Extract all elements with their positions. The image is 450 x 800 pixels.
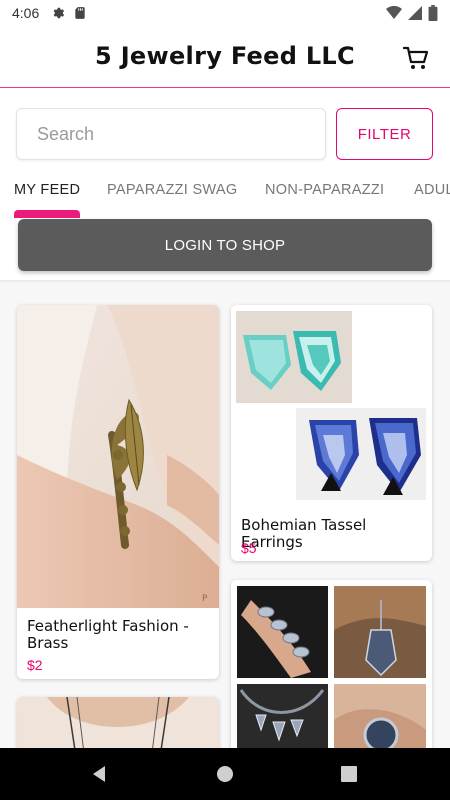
product-price: $5 xyxy=(241,540,257,556)
product-image: P xyxy=(17,305,219,608)
search-input[interactable] xyxy=(16,108,326,160)
app-bar: 5 Jewelry Feed LLC xyxy=(0,26,450,88)
system-nav-bar xyxy=(0,748,450,800)
product-card[interactable] xyxy=(231,580,432,748)
recents-icon[interactable] xyxy=(337,762,361,786)
status-bar: 4:06 xyxy=(0,0,450,26)
product-image xyxy=(231,305,432,505)
sd-card-icon xyxy=(75,7,85,19)
tab-paparazzi-swag[interactable]: PAPARAZZI SWAG xyxy=(107,182,237,198)
back-icon[interactable] xyxy=(88,762,112,786)
signal-icon xyxy=(408,6,422,20)
filter-button[interactable]: FILTER xyxy=(336,108,433,160)
login-to-shop-button[interactable]: LOGIN TO SHOP xyxy=(18,219,432,271)
settings-icon xyxy=(53,7,65,19)
product-image xyxy=(17,697,219,748)
category-tabs: MY FEED PAPARAZZI SWAG NON-PAPARAZZI ADU… xyxy=(0,172,450,218)
battery-icon xyxy=(428,5,438,21)
cart-icon[interactable] xyxy=(402,44,430,72)
home-icon[interactable] xyxy=(213,762,237,786)
status-time: 4:06 xyxy=(12,5,40,21)
product-card[interactable]: P Featherlight Fashion - Brass $2 xyxy=(17,305,219,679)
tab-adult[interactable]: ADULT xyxy=(414,182,450,198)
app-title: 5 Jewelry Feed LLC xyxy=(95,42,355,70)
product-card[interactable]: Bohemian Tassel Earrings $5 xyxy=(231,305,432,561)
tab-indicator xyxy=(14,210,80,218)
product-title: Featherlight Fashion - Brass xyxy=(27,617,189,652)
product-price: $2 xyxy=(27,657,43,673)
tab-non-paparazzi[interactable]: NON-PAPARAZZI xyxy=(265,182,384,198)
product-title: Bohemian Tassel Earrings xyxy=(241,516,367,551)
wifi-icon xyxy=(386,6,402,19)
tab-my-feed[interactable]: MY FEED xyxy=(14,182,80,198)
product-card[interactable] xyxy=(17,697,219,748)
svg-text:P: P xyxy=(202,594,208,604)
status-right xyxy=(386,5,438,21)
product-image xyxy=(231,580,432,748)
product-feed[interactable]: P Featherlight Fashion - Brass $2 Bohemi… xyxy=(0,282,450,748)
